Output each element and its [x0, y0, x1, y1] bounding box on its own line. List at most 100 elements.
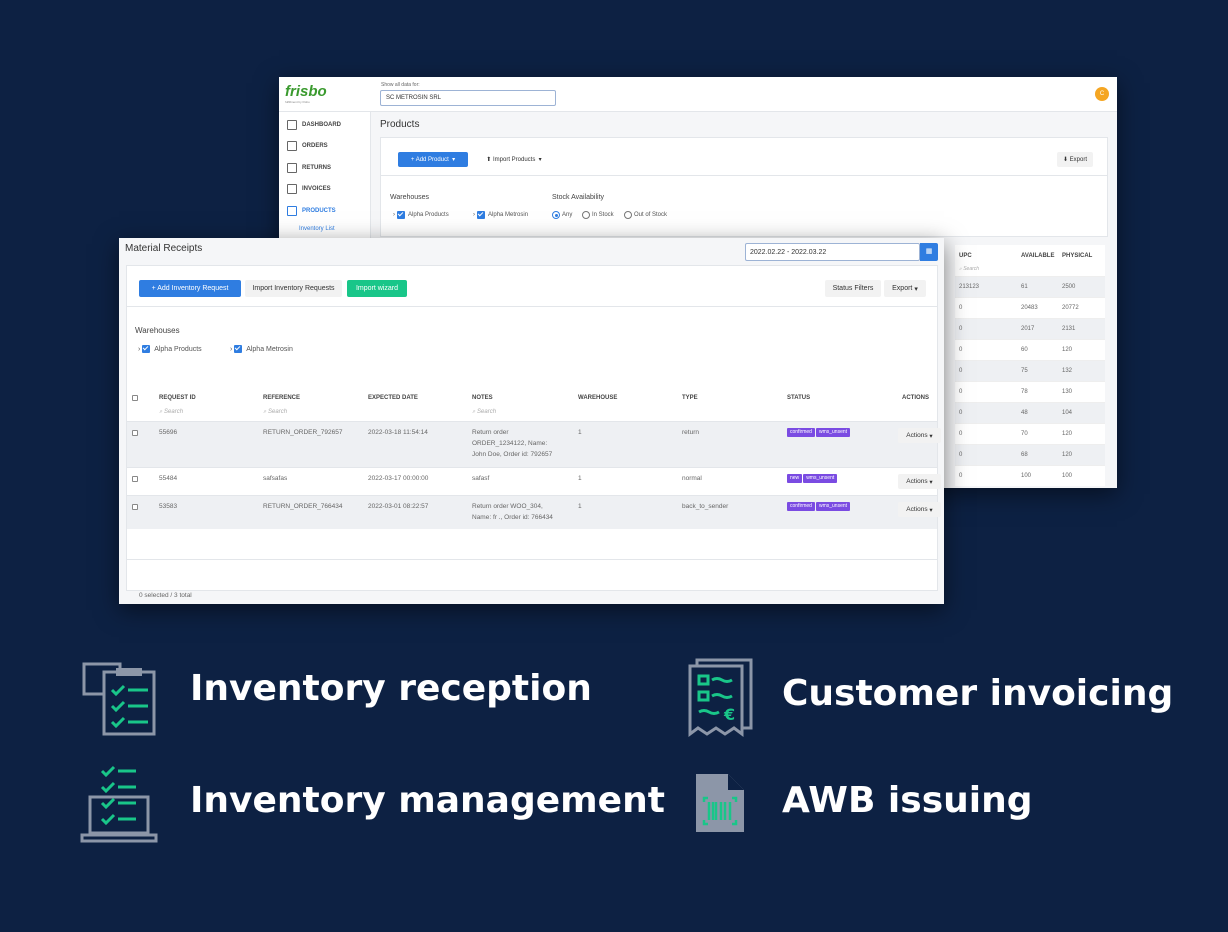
add-inventory-request-button[interactable]: + Add Inventory Request: [139, 280, 241, 297]
selection-count: 0 selected / 3 total: [139, 592, 192, 599]
calendar-icon[interactable]: ▦: [920, 243, 938, 261]
col-status[interactable]: STATUS: [787, 395, 810, 401]
checkbox-icon[interactable]: [396, 211, 405, 219]
col-reference[interactable]: REFERENCE: [263, 395, 300, 401]
stock-radio-out-of-stock[interactable]: Out of Stock: [624, 211, 667, 219]
warehouse-alpha-products[interactable]: › Alpha Products: [138, 345, 202, 353]
table-row[interactable]: 0 20483 20772: [955, 297, 1105, 318]
upc-search[interactable]: ⌕ Search: [955, 266, 1105, 276]
table-row[interactable]: 0 68 120: [955, 444, 1105, 465]
svg-text:€: €: [723, 705, 735, 724]
status-badge: new: [787, 474, 803, 483]
checkbox-icon[interactable]: [142, 345, 151, 353]
table-row[interactable]: 213123 61 2500: [955, 276, 1105, 297]
status-badge: wms_unsent: [803, 474, 838, 483]
expected-date: 2022-03-01 08:22:57: [368, 503, 429, 510]
chevron-right-icon: ›: [230, 345, 233, 353]
chevron-down-icon: ▾: [927, 506, 933, 514]
table-row[interactable]: 0 75 132: [955, 360, 1105, 381]
row-checkbox[interactable]: [132, 476, 138, 482]
sidebar-item-returns[interactable]: RETURNS: [287, 162, 331, 174]
table-cell: 130: [1062, 389, 1073, 395]
date-range-input[interactable]: 2022.02.22 - 2022.03.22: [745, 243, 920, 261]
warehouses-label: Warehouses: [390, 194, 430, 201]
col-request-id[interactable]: REQUEST ID: [159, 395, 196, 401]
import-inventory-requests-button[interactable]: Import Inventory Requests: [245, 280, 342, 297]
sidebar-item-dashboard[interactable]: DASHBOARD: [287, 119, 341, 131]
laptop-checklist-icon: [80, 765, 158, 843]
chevron-right-icon: ›: [393, 212, 395, 218]
receipts-card: + Add Inventory Request Import Inventory…: [126, 265, 941, 599]
select-all-checkbox[interactable]: [132, 395, 138, 401]
chevron-down-icon: ▾: [927, 478, 933, 486]
company-select[interactable]: SC METROSIN SRL: [380, 90, 556, 106]
checkbox-icon[interactable]: [476, 211, 485, 219]
notes-search[interactable]: ⌕ Search: [472, 409, 496, 416]
actions-button[interactable]: Actions ▾: [898, 474, 941, 489]
table-row[interactable]: 55484 safsafas 2022-03-17 00:00:00 safasf 1 n…: [127, 467, 941, 495]
sidebar-item-inventory-list[interactable]: Inventory List: [299, 226, 335, 232]
notes-line: Return order WOO_304,: [472, 503, 543, 510]
row-checkbox[interactable]: [132, 504, 138, 510]
stock-radio-in-stock[interactable]: In Stock: [582, 211, 614, 219]
import-wizard-button[interactable]: Import wizard: [347, 280, 407, 297]
show-all-label: Show all data for:: [381, 82, 420, 88]
table-cell: 20483: [1021, 305, 1038, 311]
table-row[interactable]: 0 60 120: [955, 339, 1105, 360]
col-notes[interactable]: NOTES: [472, 395, 493, 401]
request-id-search[interactable]: ⌕ Search: [159, 409, 183, 416]
table-row[interactable]: 0 78 130: [955, 381, 1105, 402]
actions-button[interactable]: Actions ▾: [898, 502, 941, 517]
upload-icon: ⬆: [486, 157, 492, 163]
table-cell: 132: [1062, 368, 1073, 374]
table-row[interactable]: 0 70 120: [955, 423, 1105, 444]
warehouses-label: Warehouses: [135, 326, 180, 335]
table-row[interactable]: 55696 RETURN_ORDER_792657 2022-03-18 11:54…: [127, 421, 941, 467]
table-row[interactable]: 0 100 100: [955, 465, 1105, 486]
clipboard-checklist-icon: [82, 662, 156, 736]
avatar[interactable]: C: [1095, 87, 1109, 101]
table-cell: 75: [1021, 368, 1028, 374]
actions-button[interactable]: Actions ▾: [898, 428, 941, 443]
sidebar-item-orders[interactable]: ORDERS: [287, 140, 328, 152]
export-button[interactable]: ⬇ Export: [1057, 152, 1093, 167]
sidebar-item-products[interactable]: PRODUCTS: [287, 205, 336, 217]
top-bar: frisbo fulfillment by frisbo Show all da…: [279, 77, 1117, 112]
receipt-euro-icon: €: [688, 658, 753, 737]
table-row[interactable]: 53583 RETURN_ORDER_766434 2022-03-01 08:22…: [127, 495, 941, 529]
stock-radio-any[interactable]: Any: [552, 211, 572, 219]
warehouse-alpha-metrosin[interactable]: › Alpha Metrosin: [473, 211, 528, 219]
stock-availability-label: Stock Availability: [552, 194, 605, 201]
status-filters-button[interactable]: Status Filters: [825, 280, 881, 297]
status-badge: confirmed: [787, 502, 815, 511]
col-type[interactable]: TYPE: [682, 395, 698, 401]
table-cell: 0: [959, 452, 963, 458]
products-table: UPC AVAILABLE PHYSICAL ⌕ Search 213123 61…: [955, 245, 1105, 486]
col-expected-date[interactable]: EXPECTED DATE: [368, 395, 418, 401]
col-warehouse[interactable]: WAREHOUSE: [578, 395, 617, 401]
table-cell: 61: [1021, 284, 1028, 290]
feature-awb-issuing: AWB issuing: [782, 780, 1033, 821]
invoice-icon: [287, 184, 297, 194]
table-row[interactable]: 0 48 104: [955, 402, 1105, 423]
table-cell: 48: [1021, 410, 1028, 416]
table-cell: 2017: [1021, 326, 1035, 332]
warehouse-alpha-products[interactable]: › Alpha Products: [393, 211, 449, 219]
warehouse-alpha-metrosin[interactable]: › Alpha Metrosin: [230, 345, 293, 353]
reference: RETURN_ORDER_792657: [263, 429, 343, 436]
table-body: 213123 61 2500 0 20483 20772 0 2017 2131 0 60 120 0 7…: [955, 276, 1105, 486]
logo-subtitle: fulfillment by frisbo: [285, 100, 310, 104]
checkbox-icon[interactable]: [234, 345, 243, 353]
table-row[interactable]: 0 2017 2131: [955, 318, 1105, 339]
table-cell: 120: [1062, 347, 1073, 353]
page-title: Products: [380, 119, 420, 130]
table-cell: 20772: [1062, 305, 1079, 311]
row-checkbox[interactable]: [132, 430, 138, 436]
add-product-button[interactable]: + Add Product ▾: [398, 152, 468, 167]
export-button[interactable]: Export ▾: [884, 280, 926, 297]
sidebar-item-invoices[interactable]: INVOICES: [287, 183, 331, 195]
type: return: [682, 429, 699, 436]
material-receipts-window: Material Receipts 2022.02.22 - 2022.03.2…: [119, 238, 944, 604]
import-products-button[interactable]: ⬆ Import Products ▾: [473, 152, 555, 167]
reference-search[interactable]: ⌕ Search: [263, 409, 287, 416]
